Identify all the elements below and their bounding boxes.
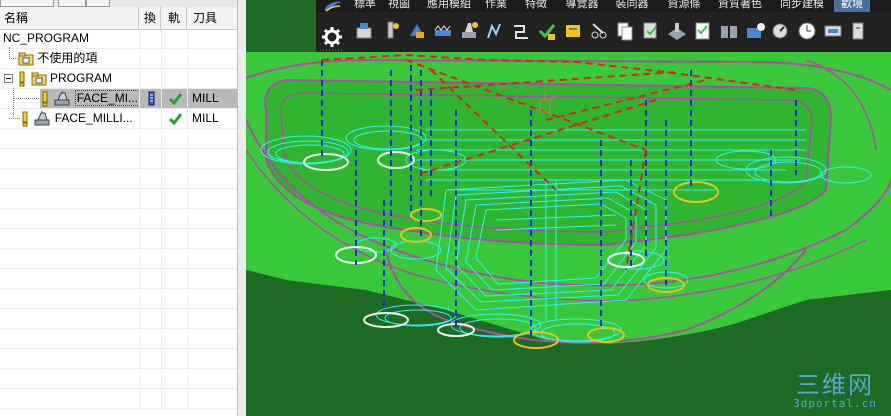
tab-operation[interactable]: 作業 (480, 0, 512, 12)
tree-row-unused-items[interactable]: 不使用的項 (0, 49, 237, 69)
collapse-toggle-icon[interactable] (4, 73, 14, 84)
tab-application[interactable]: 應用模組 (422, 0, 476, 12)
empty-row (0, 389, 237, 409)
tree-connector (9, 58, 18, 59)
copy-operation-icon[interactable] (614, 20, 636, 42)
row-tool: MILL (187, 89, 237, 108)
tab-feature[interactable]: 特徵 (520, 0, 552, 12)
status-warning-icon (19, 71, 25, 87)
empty-row (0, 129, 237, 149)
navigator-toolbar-button[interactable] (86, 0, 110, 7)
watermark: 三维网 3dportal.cn (785, 372, 885, 410)
create-program-icon[interactable] (354, 20, 376, 42)
graphics-window[interactable]: 三维网 3dportal.cn (246, 0, 891, 416)
tab-shading[interactable]: 資質著色 (712, 0, 768, 12)
row-label: FACE_MILLI... (54, 111, 133, 125)
path-ok-checkmark-icon (168, 93, 183, 106)
cut-operation-icon[interactable] (588, 20, 610, 42)
tab-navigator[interactable]: 導覽器 (560, 0, 604, 12)
face-milling-operation-icon (54, 90, 70, 106)
gear-icon[interactable] (318, 26, 346, 52)
feeds-speeds-icon[interactable] (770, 20, 792, 42)
create-method-icon[interactable] (432, 20, 454, 42)
empty-row (0, 309, 237, 329)
status-warning-icon (42, 91, 48, 107)
empty-row (0, 209, 237, 229)
row-label: NC_PROGRAM (3, 31, 90, 45)
operation-navigator: 名稱 換 軌 刀具 NC_PROGRAM 不使用的項 PROGRAM FACE_… (0, 0, 238, 416)
face-milling-operation-icon (34, 110, 50, 126)
replay-toolpath-icon[interactable] (510, 20, 532, 42)
tab-active[interactable]: 歡境 (834, 0, 870, 12)
row-label: PROGRAM (50, 71, 113, 85)
navigator-toolbar-button[interactable] (0, 0, 54, 7)
verify-toolpath-icon[interactable] (536, 20, 558, 42)
empty-row (0, 189, 237, 209)
machine-simulation-icon[interactable] (744, 20, 766, 42)
tree-row-program[interactable]: PROGRAM (0, 69, 237, 89)
tab-standard[interactable]: 標準 (350, 0, 380, 12)
object-display-icon[interactable] (822, 20, 844, 42)
empty-row (0, 289, 237, 309)
tree-row-face-milling-1[interactable]: FACE_MI... MILL (0, 89, 237, 109)
empty-row (0, 329, 237, 349)
column-name[interactable]: 名稱 (0, 7, 139, 29)
watermark-url: 3dportal.cn (793, 397, 877, 410)
create-tool-icon[interactable] (380, 20, 402, 42)
tab-synchronous-modeling[interactable]: 同步建模 (774, 0, 830, 12)
status-warning-icon (22, 111, 28, 127)
column-change[interactable]: 換 (139, 7, 161, 29)
ribbon-toolbar: 標準 視圖 應用模組 作業 特徵 導覽器 裝同器 資源條 資質著色 同步建模 歡… (316, 0, 891, 52)
shop-documentation-icon[interactable] (692, 20, 714, 42)
navigator-toolbar-strip (0, 0, 237, 7)
column-tool[interactable]: 刀具 (187, 7, 237, 29)
post-process-icon[interactable] (666, 20, 688, 42)
navigator-toolbar-button[interactable] (58, 0, 86, 7)
empty-rows (0, 129, 237, 409)
tree-row-face-milling-2[interactable]: FACE_MILLI... MILL (0, 109, 237, 129)
ribbon-tabs: 標準 視圖 應用模組 作業 特徵 導覽器 裝同器 資源條 資質著色 同步建模 歡… (316, 0, 891, 12)
machine-control-icon[interactable] (562, 20, 584, 42)
empty-row (0, 149, 237, 169)
tab-resource-bar[interactable]: 資源條 (662, 0, 706, 12)
tab-assembly[interactable]: 裝同器 (610, 0, 654, 12)
ribbon-tool-buttons (316, 12, 891, 52)
column-path[interactable]: 軌 (161, 7, 187, 29)
tree-connector (13, 88, 14, 119)
output-cls-icon[interactable] (718, 20, 740, 42)
empty-row (0, 269, 237, 289)
empty-row (0, 349, 237, 369)
watermark-title: 三维网 (796, 371, 874, 399)
create-geometry-icon[interactable] (406, 20, 428, 42)
row-tool: MILL (187, 109, 237, 128)
generate-toolpath-icon[interactable] (484, 20, 506, 42)
app-logo-icon[interactable] (322, 0, 344, 12)
program-folder-icon (31, 72, 47, 86)
navigator-column-header: 名稱 換 軌 刀具 (0, 7, 237, 30)
empty-row (0, 249, 237, 269)
path-ok-checkmark-icon (168, 113, 183, 126)
empty-row (0, 229, 237, 249)
tree-connector (13, 98, 39, 99)
create-operation-icon[interactable] (458, 20, 480, 42)
operation-tree: NC_PROGRAM 不使用的項 PROGRAM FACE_MI... MILL… (0, 29, 237, 409)
row-label: 不使用的項 (37, 51, 98, 65)
empty-row (0, 369, 237, 389)
paste-operation-icon[interactable] (640, 20, 662, 42)
tree-row-nc-program[interactable]: NC_PROGRAM (0, 29, 237, 49)
toolpath-viewport[interactable] (246, 0, 891, 416)
row-label: FACE_MI... (74, 90, 139, 106)
tool-change-icon (148, 91, 155, 106)
tree-connector (9, 118, 20, 119)
empty-row (0, 169, 237, 189)
more-tools-icon[interactable] (848, 20, 870, 42)
time-estimate-icon[interactable] (796, 20, 818, 42)
folder-icon (18, 52, 34, 66)
tab-view[interactable]: 視圖 (384, 0, 414, 12)
